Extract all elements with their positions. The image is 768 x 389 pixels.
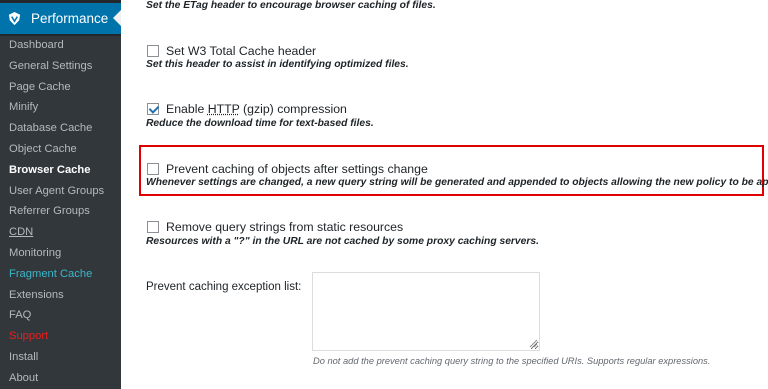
resize-grip-icon[interactable] <box>529 339 538 348</box>
sidebar-item-support[interactable]: Support <box>9 330 48 342</box>
sidebar-menu-performance-label: Performance <box>31 11 109 26</box>
sidebar-item-fragment-cache[interactable]: Fragment Cache <box>9 268 92 280</box>
w3tc-header-description: Set this header to assist in identifying… <box>146 59 409 70</box>
sidebar-item-referrer-groups[interactable]: Referrer Groups <box>9 205 90 217</box>
http-abbreviation: HTTP <box>207 102 240 116</box>
prevent-caching-description: Whenever settings are changed, a new que… <box>146 177 768 188</box>
sidebar-item-cdn[interactable]: CDN <box>9 226 33 238</box>
remove-query-strings-label: Remove query strings from static resourc… <box>166 220 404 234</box>
admin-sidebar: Performance Dashboard General Settings Pag… <box>0 0 121 389</box>
option-remove-query-strings[interactable]: Remove query strings from static resourc… <box>147 220 403 234</box>
gzip-compression-description: Reduce the download time for text-based … <box>146 118 374 129</box>
browser-cache-settings-panel: Set the ETag header to encourage browser… <box>121 0 768 389</box>
option-gzip-compression[interactable]: Enable HTTP (gzip) compression <box>147 102 347 116</box>
current-menu-arrow <box>113 10 121 26</box>
w3tc-performance-icon <box>6 11 22 27</box>
gzip-compression-label: Enable HTTP (gzip) compression <box>166 102 347 116</box>
sidebar-item-user-agent-groups[interactable]: User Agent Groups <box>9 185 104 197</box>
exception-list-hint: Do not add the prevent caching query str… <box>313 356 711 366</box>
sidebar-item-object-cache[interactable]: Object Cache <box>9 143 77 155</box>
prevent-caching-label: Prevent caching of objects after setting… <box>166 162 428 176</box>
exception-list-label: Prevent caching exception list: <box>146 281 302 293</box>
sidebar-menu-performance[interactable]: Performance <box>0 3 121 34</box>
sidebar-item-page-cache[interactable]: Page Cache <box>9 81 71 93</box>
sidebar-item-dashboard[interactable]: Dashboard <box>9 39 64 51</box>
prevent-caching-checkbox[interactable] <box>147 163 159 175</box>
sidebar-item-minify[interactable]: Minify <box>9 101 38 113</box>
option-prevent-caching[interactable]: Prevent caching of objects after setting… <box>147 162 428 176</box>
sidebar-item-install[interactable]: Install <box>9 351 38 363</box>
sidebar-item-about[interactable]: About <box>9 372 38 384</box>
sidebar-item-faq[interactable]: FAQ <box>9 309 31 321</box>
performance-submenu: Dashboard General Settings Page Cache Minif… <box>0 36 121 389</box>
remove-query-strings-checkbox[interactable] <box>147 221 159 233</box>
exception-list-textarea[interactable] <box>312 272 540 351</box>
w3tc-header-checkbox[interactable] <box>147 45 159 57</box>
w3tc-header-label: Set W3 Total Cache header <box>166 44 317 58</box>
etag-description: Set the ETag header to encourage browser… <box>146 0 436 11</box>
sidebar-item-general-settings[interactable]: General Settings <box>9 60 92 72</box>
gzip-compression-checkbox[interactable] <box>147 103 159 115</box>
sidebar-item-browser-cache[interactable]: Browser Cache <box>9 164 90 176</box>
sidebar-item-extensions[interactable]: Extensions <box>9 289 64 301</box>
remove-query-strings-description: Resources with a "?" in the URL are not … <box>146 236 539 247</box>
sidebar-item-database-cache[interactable]: Database Cache <box>9 122 92 134</box>
sidebar-item-monitoring[interactable]: Monitoring <box>9 247 61 259</box>
option-w3tc-header[interactable]: Set W3 Total Cache header <box>147 44 316 58</box>
